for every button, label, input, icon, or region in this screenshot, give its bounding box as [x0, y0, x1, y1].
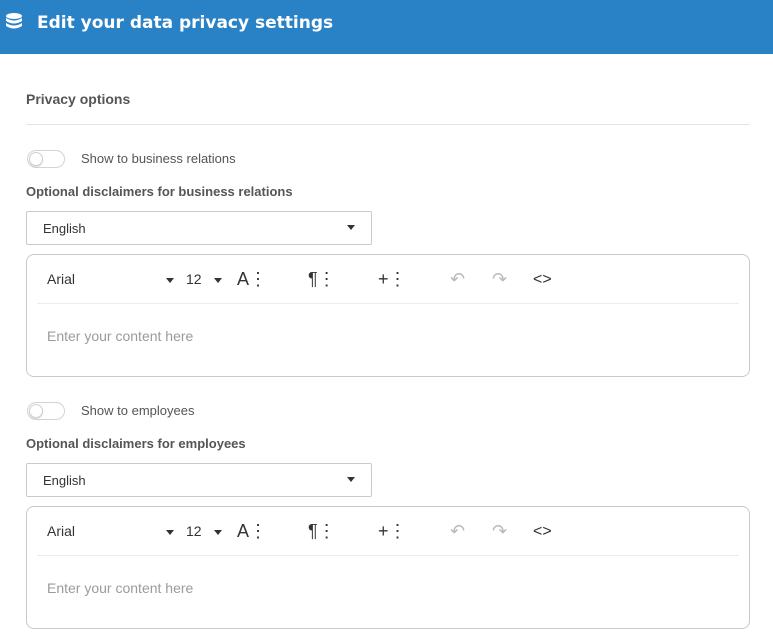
insert-icon[interactable]: +⋮ [378, 268, 407, 290]
business-disclaimer-label: Optional disclaimers for business relati… [26, 184, 293, 199]
code-view-icon[interactable]: <> [533, 269, 552, 291]
font-family-select[interactable]: Arial [47, 523, 75, 539]
chevron-down-icon [347, 225, 355, 230]
divider [26, 124, 750, 125]
font-size-dropdown-icon[interactable] [214, 278, 222, 283]
business-relations-toggle[interactable] [27, 150, 65, 168]
font-style-icon[interactable]: A⋮ [237, 520, 267, 542]
editor-content-area[interactable]: Enter your content here [47, 580, 193, 596]
business-relations-toggle-label: Show to business relations [81, 151, 236, 166]
paragraph-icon[interactable]: ¶⋮ [308, 520, 336, 542]
employees-toggle[interactable] [27, 402, 65, 420]
font-family-select[interactable]: Arial [47, 271, 75, 287]
section-title: Privacy options [26, 91, 131, 107]
editor-content-area[interactable]: Enter your content here [47, 328, 193, 344]
editor-toolbar: Arial 12 A⋮ ¶⋮ +⋮ ↶ ↷ <> [27, 507, 749, 555]
font-family-dropdown-icon[interactable] [166, 278, 174, 283]
employees-disclaimer-label: Optional disclaimers for employees [26, 436, 246, 451]
font-size-select[interactable]: 12 [186, 523, 202, 539]
employees-language-select[interactable]: English [26, 463, 372, 497]
page-title: Edit your data privacy settings [37, 13, 334, 33]
font-style-icon[interactable]: A⋮ [237, 268, 267, 290]
employees-disclaimer-editor: Arial 12 A⋮ ¶⋮ +⋮ ↶ ↷ <> Enter your cont… [26, 506, 750, 629]
insert-icon[interactable]: +⋮ [378, 520, 407, 542]
undo-icon[interactable]: ↶ [450, 268, 465, 290]
business-language-select[interactable]: English [26, 211, 372, 245]
redo-icon[interactable]: ↷ [492, 268, 507, 290]
font-family-dropdown-icon[interactable] [166, 530, 174, 535]
paragraph-icon[interactable]: ¶⋮ [308, 268, 336, 290]
business-disclaimer-editor: Arial 12 A⋮ ¶⋮ +⋮ ↶ ↷ <> Enter your cont… [26, 254, 750, 377]
employees-language-value: English [43, 473, 86, 488]
chevron-down-icon [347, 477, 355, 482]
page-header: Edit your data privacy settings [0, 0, 773, 54]
database-icon [6, 13, 22, 29]
font-size-dropdown-icon[interactable] [214, 530, 222, 535]
redo-icon[interactable]: ↷ [492, 520, 507, 542]
editor-toolbar: Arial 12 A⋮ ¶⋮ +⋮ ↶ ↷ <> [27, 255, 749, 303]
employees-toggle-label: Show to employees [81, 403, 195, 418]
code-view-icon[interactable]: <> [533, 521, 552, 543]
toolbar-divider [37, 303, 739, 304]
business-language-value: English [43, 221, 86, 236]
toggle-knob [29, 404, 43, 418]
toggle-knob [29, 152, 43, 166]
undo-icon[interactable]: ↶ [450, 520, 465, 542]
toolbar-divider [37, 555, 739, 556]
font-size-select[interactable]: 12 [186, 271, 202, 287]
